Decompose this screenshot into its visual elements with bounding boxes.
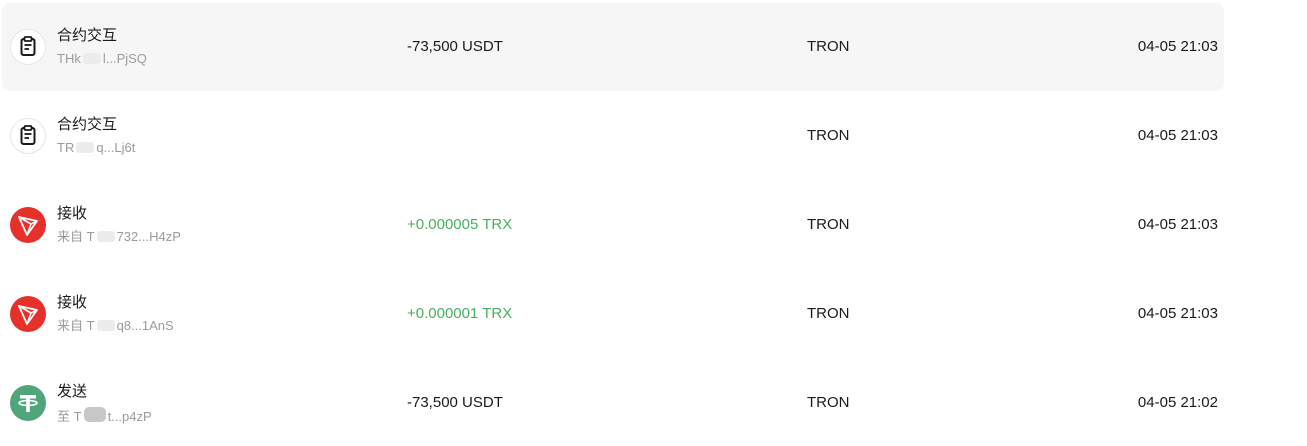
transaction-row[interactable]: 发送 至 Tt...p4zP -73,500 USDT TRON 04-05 2… bbox=[2, 359, 1224, 446]
transaction-time: 04-05 21:03 bbox=[1137, 216, 1218, 233]
tron-logo-icon bbox=[10, 296, 46, 332]
transaction-address: THk l...PjSQ bbox=[57, 51, 147, 66]
transaction-time: 04-05 21:03 bbox=[1137, 127, 1218, 144]
redacted-mask bbox=[96, 231, 115, 242]
transaction-address: TR q...Lj6t bbox=[57, 140, 136, 155]
transaction-title: 接收 bbox=[57, 205, 88, 222]
tether-logo-icon bbox=[10, 385, 46, 421]
transaction-address: 来自 Tq8...1AnS bbox=[57, 318, 174, 333]
transaction-row[interactable]: 接收 来自 T 732...H4zP +0.000005 TRX TRON 04-… bbox=[2, 181, 1224, 269]
contract-clipboard-icon bbox=[10, 118, 46, 154]
transaction-time: 04-05 21:02 bbox=[1137, 394, 1218, 411]
transaction-row[interactable]: 合约交互 THk l...PjSQ -73,500 USDT TRON 04-05… bbox=[2, 3, 1224, 91]
transaction-title: 接收 bbox=[57, 294, 88, 311]
transaction-title: 合约交互 bbox=[57, 27, 118, 44]
transaction-amount: -73,500 USDT bbox=[407, 394, 503, 411]
transaction-network: TRON bbox=[807, 127, 850, 144]
redacted-mask bbox=[82, 53, 101, 64]
transaction-title: 发送 bbox=[57, 383, 88, 400]
transaction-list: 合约交互 THk l...PjSQ -73,500 USDT TRON 04-05… bbox=[0, 0, 1307, 446]
transaction-network: TRON bbox=[807, 394, 850, 411]
tron-logo-icon bbox=[10, 207, 46, 243]
transaction-address: 来自 T 732...H4zP bbox=[57, 229, 181, 244]
transaction-amount: -73,500 USDT bbox=[407, 38, 503, 55]
transaction-time: 04-05 21:03 bbox=[1137, 305, 1218, 322]
transaction-amount: +0.000001 TRX bbox=[407, 305, 513, 322]
transaction-row[interactable]: 合约交互 TR q...Lj6t TRON 04-05 21:03 bbox=[2, 92, 1224, 180]
transaction-row[interactable]: 接收 来自 Tq8...1AnS +0.000001 TRX TRON 04-0… bbox=[2, 270, 1224, 358]
transaction-time: 04-05 21:03 bbox=[1137, 38, 1218, 55]
transaction-title: 合约交互 bbox=[57, 116, 118, 133]
transaction-amount: +0.000005 TRX bbox=[407, 216, 513, 233]
redacted-mask bbox=[76, 142, 95, 153]
transaction-network: TRON bbox=[807, 38, 850, 55]
transaction-network: TRON bbox=[807, 216, 850, 233]
redacted-mask bbox=[83, 407, 106, 422]
contract-clipboard-icon bbox=[10, 29, 46, 65]
transaction-network: TRON bbox=[807, 305, 850, 322]
redacted-mask bbox=[96, 320, 115, 331]
transaction-address: 至 Tt...p4zP bbox=[57, 407, 152, 424]
